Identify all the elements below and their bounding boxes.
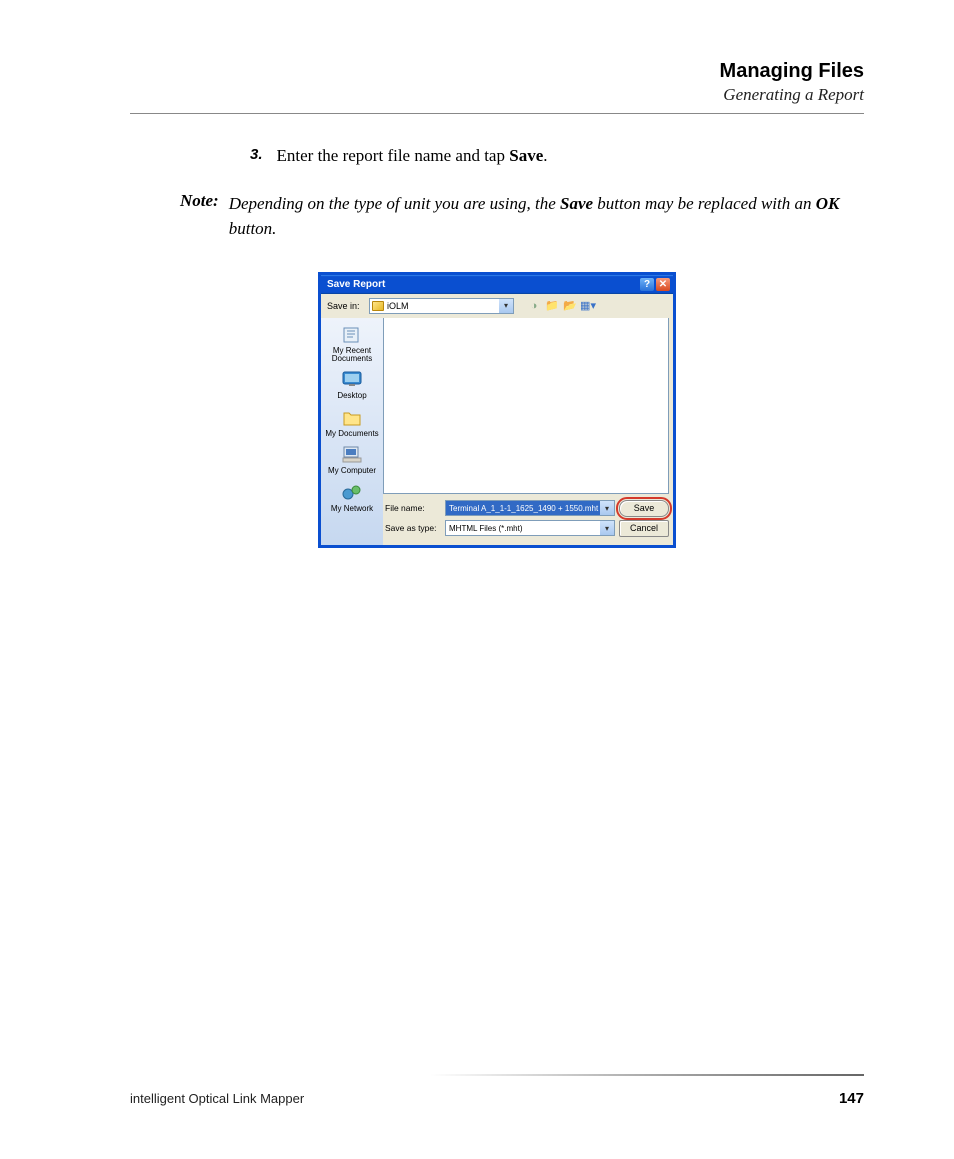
places-desktop[interactable]: Desktop (321, 367, 383, 402)
nav-toolbar: ◑ 📁 📂 ▦▾ (528, 300, 594, 312)
my-computer-icon (340, 444, 364, 466)
filename-label: File name: (385, 503, 441, 513)
save-button[interactable]: Save (619, 500, 669, 517)
save-in-label: Save in: (327, 301, 365, 311)
up-folder-icon[interactable]: 📁 (546, 300, 558, 312)
titlebar-buttons: ? ✕ (640, 278, 670, 291)
step-text-prefix: Enter the report file name and tap (277, 146, 510, 165)
my-documents-icon (340, 407, 364, 429)
places-my-network[interactable]: My Network (321, 480, 383, 515)
note-block: Note: Depending on the type of unit you … (180, 191, 864, 242)
save-report-dialog: Save Report ? ✕ Save in: iOLM ▾ ◑ 📁 📂 ▦▾ (318, 272, 676, 548)
save-in-dropdown[interactable]: iOLM ▾ (369, 298, 514, 314)
filename-input[interactable]: Terminal A_1_1-1_1625_1490 + 1550.mht ▾ (445, 500, 615, 516)
close-icon[interactable]: ✕ (656, 278, 670, 291)
filename-row: File name: Terminal A_1_1-1_1625_1490 + … (385, 500, 669, 517)
chevron-down-icon[interactable]: ▾ (600, 521, 614, 535)
note-bold-2: OK (816, 194, 840, 213)
page-header: Managing Files Generating a Report (130, 60, 864, 105)
places-recent-documents[interactable]: My Recent Documents (321, 322, 383, 366)
chevron-down-icon[interactable]: ▾ (600, 501, 614, 515)
view-menu-icon[interactable]: ▦▾ (582, 300, 594, 312)
header-rule (130, 113, 864, 114)
step-number: 3. (250, 144, 263, 169)
note-text-1: Depending on the type of unit you are us… (229, 194, 560, 213)
footer-rule (430, 1074, 864, 1076)
note-body: Depending on the type of unit you are us… (229, 191, 864, 242)
save-in-value: iOLM (387, 301, 409, 311)
note-text-2: button may be replaced with an (593, 194, 816, 213)
savetype-label: Save as type: (385, 523, 441, 533)
page-number: 147 (839, 1090, 864, 1107)
my-network-icon (340, 482, 364, 504)
step-text-bold: Save (509, 146, 543, 165)
note-label: Note: (180, 191, 219, 242)
filename-value: Terminal A_1_1-1_1625_1490 + 1550.mht (449, 504, 598, 513)
places-my-computer[interactable]: My Computer (321, 442, 383, 477)
places-bar: My Recent Documents Desktop My Documents (321, 318, 383, 545)
step-text-suffix: . (543, 146, 547, 165)
folder-icon (372, 301, 384, 311)
savetype-dropdown[interactable]: MHTML Files (*.mht) ▾ (445, 520, 615, 536)
screenshot-figure: Save Report ? ✕ Save in: iOLM ▾ ◑ 📁 📂 ▦▾ (130, 272, 864, 548)
file-list-area[interactable] (383, 318, 669, 494)
back-icon[interactable]: ◑ (528, 300, 540, 312)
cancel-button[interactable]: Cancel (619, 520, 669, 537)
savetype-value: MHTML Files (*.mht) (449, 524, 522, 533)
dialog-title: Save Report (327, 279, 385, 290)
dialog-titlebar[interactable]: Save Report ? ✕ (321, 275, 673, 294)
instruction-step: 3. Enter the report file name and tap Sa… (250, 144, 864, 169)
step-text: Enter the report file name and tap Save. (277, 144, 548, 169)
save-in-row: Save in: iOLM ▾ ◑ 📁 📂 ▦▾ (321, 294, 673, 318)
dialog-body: My Recent Documents Desktop My Documents (321, 318, 673, 545)
bottom-fields: File name: Terminal A_1_1-1_1625_1490 + … (383, 498, 673, 545)
recent-documents-icon (340, 324, 364, 346)
new-folder-icon[interactable]: 📂 (564, 300, 576, 312)
savetype-row: Save as type: MHTML Files (*.mht) ▾ Canc… (385, 520, 669, 537)
note-text-3: button. (229, 219, 277, 238)
note-bold-1: Save (560, 194, 593, 213)
page-footer: intelligent Optical Link Mapper 147 (130, 1090, 864, 1107)
chapter-title: Managing Files (130, 60, 864, 83)
right-pane: File name: Terminal A_1_1-1_1625_1490 + … (383, 318, 673, 545)
help-icon[interactable]: ? (640, 278, 654, 291)
footer-product-name: intelligent Optical Link Mapper (130, 1091, 304, 1106)
chevron-down-icon[interactable]: ▾ (499, 299, 513, 313)
section-title: Generating a Report (130, 85, 864, 105)
desktop-icon (340, 369, 364, 391)
places-my-documents[interactable]: My Documents (321, 405, 383, 440)
